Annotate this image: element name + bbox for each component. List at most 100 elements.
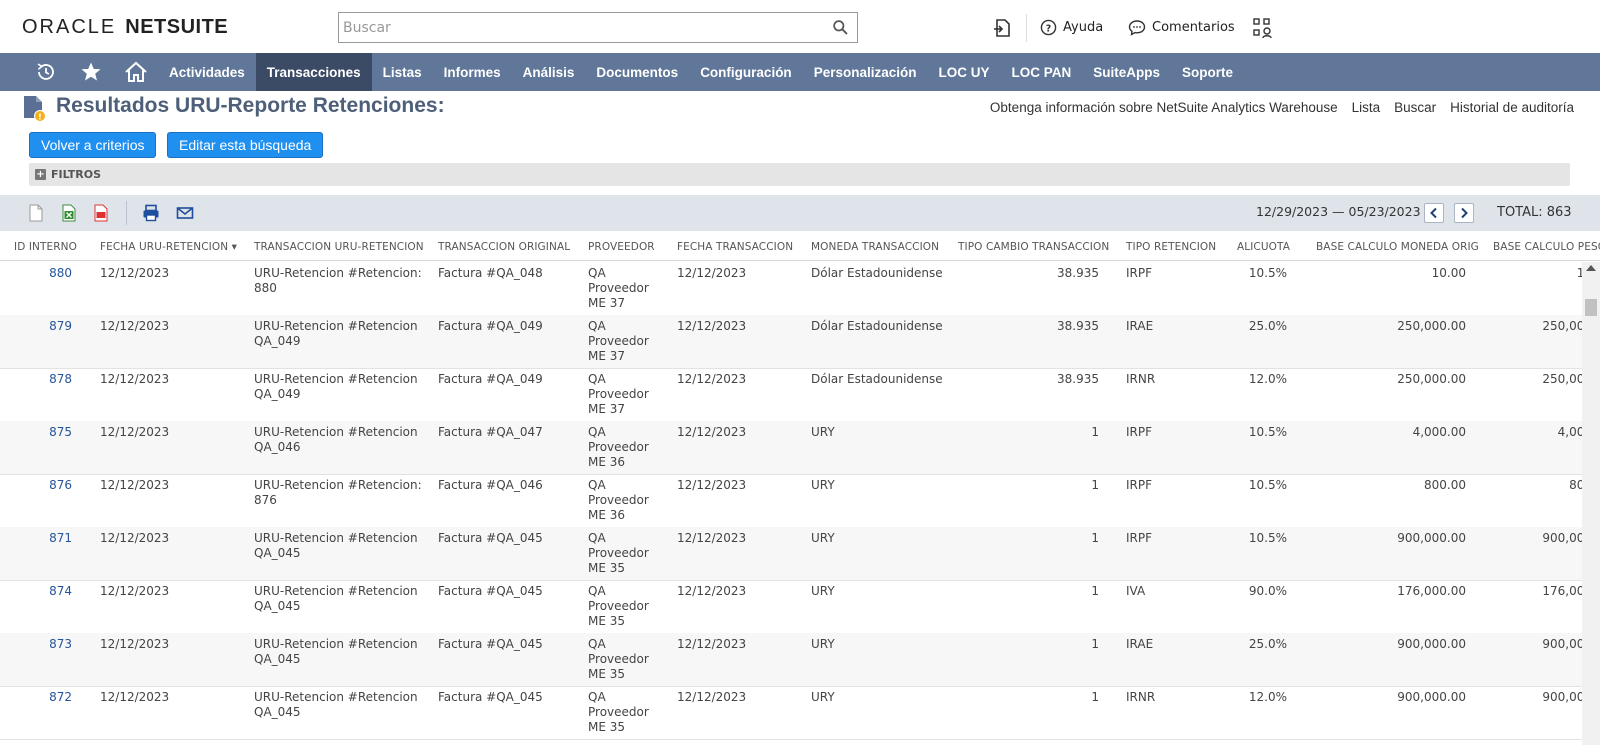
print-icon[interactable] bbox=[142, 204, 160, 222]
vertical-scrollbar[interactable] bbox=[1582, 262, 1600, 745]
table-row[interactable]: 872 12/12/2023 URU-Retencion #Retencion Q… bbox=[0, 686, 1582, 740]
filters-bar[interactable]: + FILTROS bbox=[29, 163, 1570, 186]
col-fecha-uru-retencion[interactable]: FECHA URU-RETENCION ▾ bbox=[100, 241, 237, 253]
role-switcher-icon[interactable] bbox=[1252, 17, 1274, 39]
cell-fecha-transaccion: 12/12/2023 bbox=[677, 531, 747, 545]
col-moneda-transaccion[interactable]: MONEDA TRANSACCION bbox=[811, 241, 939, 253]
cell-id-interno[interactable]: 871 bbox=[49, 531, 72, 546]
col-transaccion-uru-retencion[interactable]: TRANSACCION URU-RETENCION bbox=[254, 241, 424, 253]
cell-tipo-retencion: IRPF bbox=[1126, 425, 1153, 439]
edit-search-button[interactable]: Editar esta búsqueda bbox=[167, 132, 324, 158]
export-excel-icon[interactable] bbox=[60, 204, 78, 222]
cell-alicuota: 10.5% bbox=[1248, 266, 1287, 280]
cell-fecha-transaccion: 12/12/2023 bbox=[677, 425, 747, 439]
back-to-criteria-button[interactable]: Volver a criterios bbox=[29, 132, 157, 158]
next-page-button[interactable] bbox=[1454, 203, 1474, 223]
col-id-interno[interactable]: ID INTERNO bbox=[14, 241, 77, 253]
export-csv-icon[interactable] bbox=[27, 204, 45, 222]
help-link[interactable]: ? Ayuda bbox=[1040, 19, 1103, 36]
email-icon[interactable] bbox=[176, 204, 194, 222]
search-icon[interactable] bbox=[832, 19, 849, 36]
nav-listas[interactable]: Listas bbox=[372, 53, 433, 91]
table-row[interactable]: 879 12/12/2023 URU-Retencion #Retencion Q… bbox=[0, 315, 1582, 369]
cell-moneda: URY bbox=[811, 478, 835, 492]
cell-transaccion-uru: URU-Retencion #Retencion QA_045 bbox=[254, 531, 418, 560]
nav-transacciones[interactable]: Transacciones bbox=[255, 53, 372, 91]
feedback-label: Comentarios bbox=[1152, 20, 1235, 35]
nav-documentos[interactable]: Documentos bbox=[585, 53, 689, 91]
cell-id-interno[interactable]: 874 bbox=[49, 584, 72, 599]
cell-tipo-cambio: 1 bbox=[1091, 690, 1099, 704]
nav-recent[interactable] bbox=[23, 53, 68, 91]
global-search[interactable] bbox=[338, 12, 858, 43]
expand-plus-icon[interactable]: + bbox=[35, 169, 46, 180]
cell-tipo-retencion: IRPF bbox=[1126, 266, 1153, 280]
table-row[interactable]: 874 12/12/2023 URU-Retencion #Retencion Q… bbox=[0, 580, 1582, 634]
nav-analisis[interactable]: Análisis bbox=[512, 53, 586, 91]
cell-proveedor: QA Proveedor ME 36 bbox=[588, 478, 649, 522]
recent-records-icon[interactable] bbox=[991, 17, 1013, 39]
total-count: TOTAL: 863 bbox=[1497, 205, 1572, 220]
cell-transaccion-uru: URU-Retencion #Retencion QA_049 bbox=[254, 372, 418, 401]
search-input[interactable] bbox=[339, 13, 819, 42]
previous-page-button[interactable] bbox=[1424, 203, 1444, 223]
col-tipo-cambio[interactable]: TIPO CAMBIO TRANSACCION bbox=[958, 241, 1109, 253]
cell-id-interno[interactable]: 879 bbox=[49, 319, 72, 334]
logo-oracle-text: ORACLE bbox=[22, 15, 117, 38]
cell-proveedor: QA Proveedor ME 35 bbox=[588, 584, 649, 628]
cell-fecha-transaccion: 12/12/2023 bbox=[677, 690, 747, 704]
nav-informes[interactable]: Informes bbox=[433, 53, 512, 91]
cell-alicuota: 10.5% bbox=[1248, 478, 1287, 492]
nav-suiteapps[interactable]: SuiteApps bbox=[1082, 53, 1171, 91]
results-toolbar: 12/29/2023 — 05/23/2023 TOTAL: 863 bbox=[0, 195, 1600, 231]
col-proveedor[interactable]: PROVEEDOR bbox=[588, 241, 655, 253]
netsuite-logo[interactable]: ORACLE NETSUITE bbox=[22, 16, 228, 38]
nav-configuracion[interactable]: Configuración bbox=[689, 53, 803, 91]
cell-base-moneda-orig: 4,000.00 bbox=[1412, 425, 1466, 439]
nav-favorites[interactable] bbox=[68, 53, 113, 91]
analytics-warehouse-link[interactable]: Obtenga información sobre NetSuite Analy… bbox=[990, 100, 1338, 115]
col-alicuota[interactable]: ALICUOTA bbox=[1237, 241, 1290, 253]
cell-id-interno[interactable]: 873 bbox=[49, 637, 72, 652]
nav-personalizacion[interactable]: Personalización bbox=[803, 53, 928, 91]
cell-id-interno[interactable]: 875 bbox=[49, 425, 72, 440]
cell-transaccion-original: Factura #QA_048 bbox=[438, 266, 543, 280]
feedback-link[interactable]: Comentarios bbox=[1128, 19, 1235, 36]
table-row[interactable]: 880 12/12/2023 URU-Retencion #Retencion:… bbox=[0, 262, 1582, 316]
date-range-selector[interactable]: 12/29/2023 — 05/23/2023 bbox=[1256, 204, 1436, 219]
list-link[interactable]: Lista bbox=[1352, 100, 1381, 115]
table-row[interactable]: 875 12/12/2023 URU-Retencion #Retencion Q… bbox=[0, 421, 1582, 475]
col-fecha-transaccion[interactable]: FECHA TRANSACCION bbox=[677, 241, 793, 253]
scroll-up-arrow-icon[interactable] bbox=[1586, 265, 1596, 271]
scroll-thumb[interactable] bbox=[1585, 299, 1597, 316]
search-link[interactable]: Buscar bbox=[1394, 100, 1436, 115]
audit-history-link[interactable]: Historial de auditoría bbox=[1450, 100, 1574, 115]
cell-fecha-transaccion: 12/12/2023 bbox=[677, 584, 747, 598]
table-row[interactable]: 876 12/12/2023 URU-Retencion #Retencion:… bbox=[0, 474, 1582, 528]
col-base-calculo-pesos[interactable]: BASE CALCULO PESOS bbox=[1493, 241, 1600, 253]
header-divider bbox=[1026, 14, 1027, 42]
cell-transaccion-uru: URU-Retencion #Retencion: 876 bbox=[254, 478, 422, 507]
nav-soporte[interactable]: Soporte bbox=[1171, 53, 1244, 91]
export-pdf-icon[interactable] bbox=[92, 204, 110, 222]
col-tipo-retencion[interactable]: TIPO RETENCION bbox=[1126, 241, 1216, 253]
logo-netsuite-text: NETSUITE bbox=[125, 15, 229, 38]
col-base-calculo-moneda-orig[interactable]: BASE CALCULO MONEDA ORIG bbox=[1316, 241, 1479, 253]
nav-loc-uy[interactable]: LOC UY bbox=[927, 53, 1000, 91]
cell-tipo-retencion: IRPF bbox=[1126, 531, 1153, 545]
col-transaccion-original[interactable]: TRANSACCION ORIGINAL bbox=[438, 241, 570, 253]
table-row[interactable]: 871 12/12/2023 URU-Retencion #Retencion Q… bbox=[0, 527, 1582, 581]
cell-id-interno[interactable]: 872 bbox=[49, 690, 72, 705]
comment-icon bbox=[1128, 20, 1146, 36]
nav-loc-pan[interactable]: LOC PAN bbox=[1001, 53, 1083, 91]
cell-id-interno[interactable]: 880 bbox=[49, 266, 72, 281]
nav-actividades[interactable]: Actividades bbox=[158, 53, 256, 91]
table-row[interactable]: 878 12/12/2023 URU-Retencion #Retencion Q… bbox=[0, 368, 1582, 422]
table-row[interactable]: 873 12/12/2023 URU-Retencion #Retencion Q… bbox=[0, 633, 1582, 687]
cell-id-interno[interactable]: 876 bbox=[49, 478, 72, 493]
nav-home[interactable] bbox=[113, 53, 158, 91]
cell-fecha: 12/12/2023 bbox=[100, 690, 170, 704]
cell-transaccion-uru: URU-Retencion #Retencion QA_046 bbox=[254, 425, 418, 454]
cell-transaccion-original: Factura #QA_049 bbox=[438, 372, 543, 386]
cell-id-interno[interactable]: 878 bbox=[49, 372, 72, 387]
